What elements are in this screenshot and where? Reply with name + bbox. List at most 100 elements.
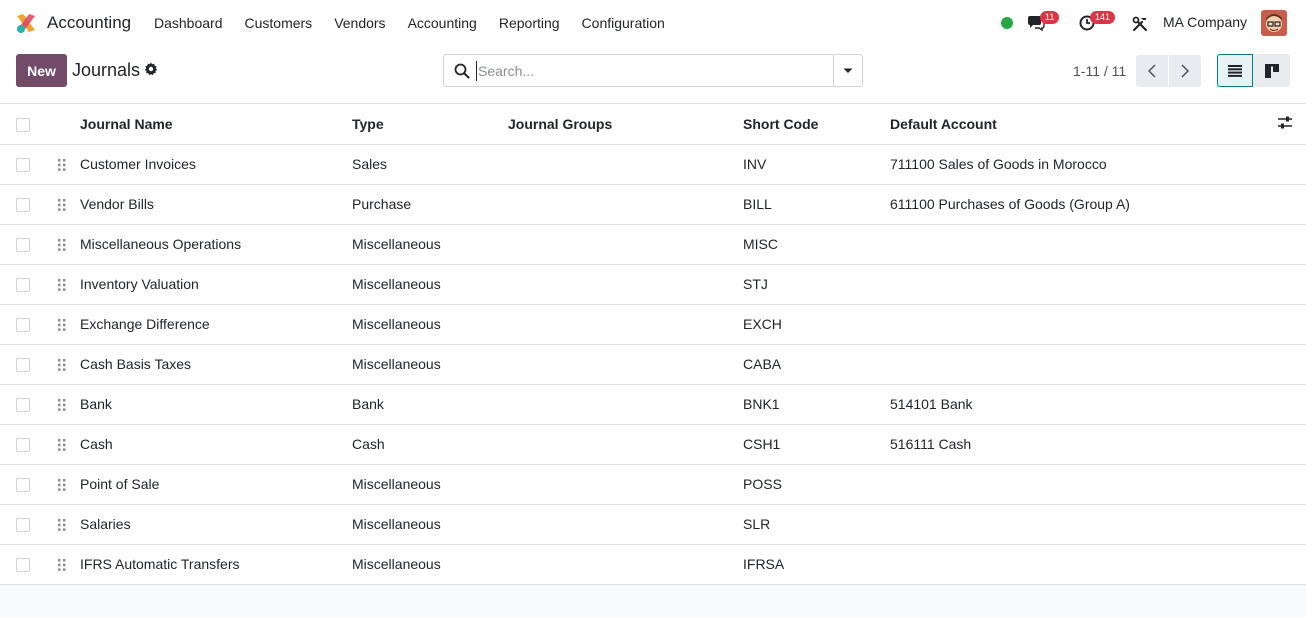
drag-handle-icon[interactable] [58,319,66,332]
cell-journal-name[interactable]: Point of Sale [80,464,352,504]
search-options-toggle[interactable] [833,55,862,86]
table-row[interactable]: Inventory Valuation Miscellaneous STJ [0,264,1306,304]
cell-type[interactable]: Purchase [352,184,508,224]
cell-default-account[interactable] [890,544,1278,584]
row-checkbox[interactable] [16,438,30,453]
select-all-checkbox[interactable] [16,117,30,132]
cell-journal-name[interactable]: Exchange Difference [80,304,352,344]
col-header-journal-groups[interactable]: Journal Groups [508,104,743,144]
cell-default-account[interactable] [890,504,1278,544]
row-checkbox[interactable] [16,518,30,533]
menu-customers[interactable]: Customers [234,0,324,46]
cell-journal-groups[interactable] [508,544,743,584]
cell-short-code[interactable]: MISC [743,224,890,264]
cell-journal-groups[interactable] [508,504,743,544]
pager-value[interactable]: 1-11 / 11 [1073,63,1126,79]
row-checkbox[interactable] [16,358,30,373]
cell-journal-groups[interactable] [508,424,743,464]
cell-type[interactable]: Miscellaneous [352,344,508,384]
cell-type[interactable]: Miscellaneous [352,264,508,304]
cell-journal-name[interactable]: Salaries [80,504,352,544]
cell-journal-name[interactable]: Vendor Bills [80,184,352,224]
new-button[interactable]: New [16,54,67,87]
cell-journal-name[interactable]: Cash [80,424,352,464]
row-checkbox[interactable] [16,198,30,213]
drag-handle-icon[interactable] [58,159,66,172]
user-avatar[interactable] [1261,10,1287,36]
row-checkbox[interactable] [16,318,30,333]
page-title[interactable]: Journals [72,60,140,81]
pager-next-button[interactable] [1169,55,1201,87]
cell-default-account[interactable] [890,464,1278,504]
cell-type[interactable]: Bank [352,384,508,424]
app-logo-icon[interactable] [15,12,37,34]
table-row[interactable]: Exchange Difference Miscellaneous EXCH [0,304,1306,344]
cell-journal-groups[interactable] [508,344,743,384]
col-header-journal-name[interactable]: Journal Name [80,104,352,144]
table-row[interactable]: Bank Bank BNK1 514101 Bank [0,384,1306,424]
drag-handle-icon[interactable] [58,359,66,372]
cell-short-code[interactable]: CSH1 [743,424,890,464]
kanban-view-button[interactable] [1253,54,1290,87]
cell-default-account[interactable]: 611100 Purchases of Goods (Group A) [890,184,1278,224]
cell-journal-groups[interactable] [508,224,743,264]
cell-type[interactable]: Cash [352,424,508,464]
row-checkbox[interactable] [16,558,30,573]
row-checkbox[interactable] [16,158,30,173]
row-checkbox[interactable] [16,278,30,293]
table-row[interactable]: Customer Invoices Sales INV 711100 Sales… [0,144,1306,184]
cell-type[interactable]: Sales [352,144,508,184]
cell-short-code[interactable]: SLR [743,504,890,544]
cell-default-account[interactable] [890,224,1278,264]
row-checkbox[interactable] [16,478,30,493]
cell-short-code[interactable]: BNK1 [743,384,890,424]
cell-default-account[interactable]: 516111 Cash [890,424,1278,464]
cell-default-account[interactable] [890,264,1278,304]
gear-icon[interactable] [144,62,158,76]
col-header-default-account[interactable]: Default Account [890,104,1278,144]
drag-handle-icon[interactable] [58,479,66,492]
cell-default-account[interactable]: 711100 Sales of Goods in Morocco [890,144,1278,184]
table-row[interactable]: Vendor Bills Purchase BILL 611100 Purcha… [0,184,1306,224]
cell-short-code[interactable]: BILL [743,184,890,224]
menu-dashboard[interactable]: Dashboard [143,0,234,46]
tools-icon[interactable] [1132,16,1148,32]
cell-journal-name[interactable]: Inventory Valuation [80,264,352,304]
cell-default-account[interactable] [890,344,1278,384]
cell-journal-groups[interactable] [508,384,743,424]
menu-vendors[interactable]: Vendors [323,0,396,46]
row-checkbox[interactable] [16,238,30,253]
cell-type[interactable]: Miscellaneous [352,224,508,264]
cell-type[interactable]: Miscellaneous [352,544,508,584]
menu-reporting[interactable]: Reporting [488,0,571,46]
optional-columns-icon[interactable] [1278,116,1292,129]
cell-type[interactable]: Miscellaneous [352,464,508,504]
cell-short-code[interactable]: INV [743,144,890,184]
pager-previous-button[interactable] [1136,55,1168,87]
col-header-short-code[interactable]: Short Code [743,104,890,144]
cell-default-account[interactable] [890,304,1278,344]
col-header-type[interactable]: Type [352,104,508,144]
cell-type[interactable]: Miscellaneous [352,304,508,344]
table-row[interactable]: Salaries Miscellaneous SLR [0,504,1306,544]
cell-journal-groups[interactable] [508,184,743,224]
table-row[interactable]: Cash Basis Taxes Miscellaneous CABA [0,344,1306,384]
table-row[interactable]: IFRS Automatic Transfers Miscellaneous I… [0,544,1306,584]
cell-short-code[interactable]: STJ [743,264,890,304]
menu-accounting[interactable]: Accounting [397,0,488,46]
cell-journal-groups[interactable] [508,264,743,304]
drag-handle-icon[interactable] [58,239,66,252]
cell-journal-name[interactable]: Cash Basis Taxes [80,344,352,384]
table-row[interactable]: Point of Sale Miscellaneous POSS [0,464,1306,504]
cell-short-code[interactable]: CABA [743,344,890,384]
cell-default-account[interactable]: 514101 Bank [890,384,1278,424]
table-row[interactable]: Cash Cash CSH1 516111 Cash [0,424,1306,464]
cell-short-code[interactable]: EXCH [743,304,890,344]
drag-handle-icon[interactable] [58,399,66,412]
cell-short-code[interactable]: POSS [743,464,890,504]
company-switcher[interactable]: MA Company [1163,14,1247,30]
menu-configuration[interactable]: Configuration [571,0,676,46]
drag-handle-icon[interactable] [58,199,66,212]
cell-short-code[interactable]: IFRSA [743,544,890,584]
cell-journal-groups[interactable] [508,304,743,344]
